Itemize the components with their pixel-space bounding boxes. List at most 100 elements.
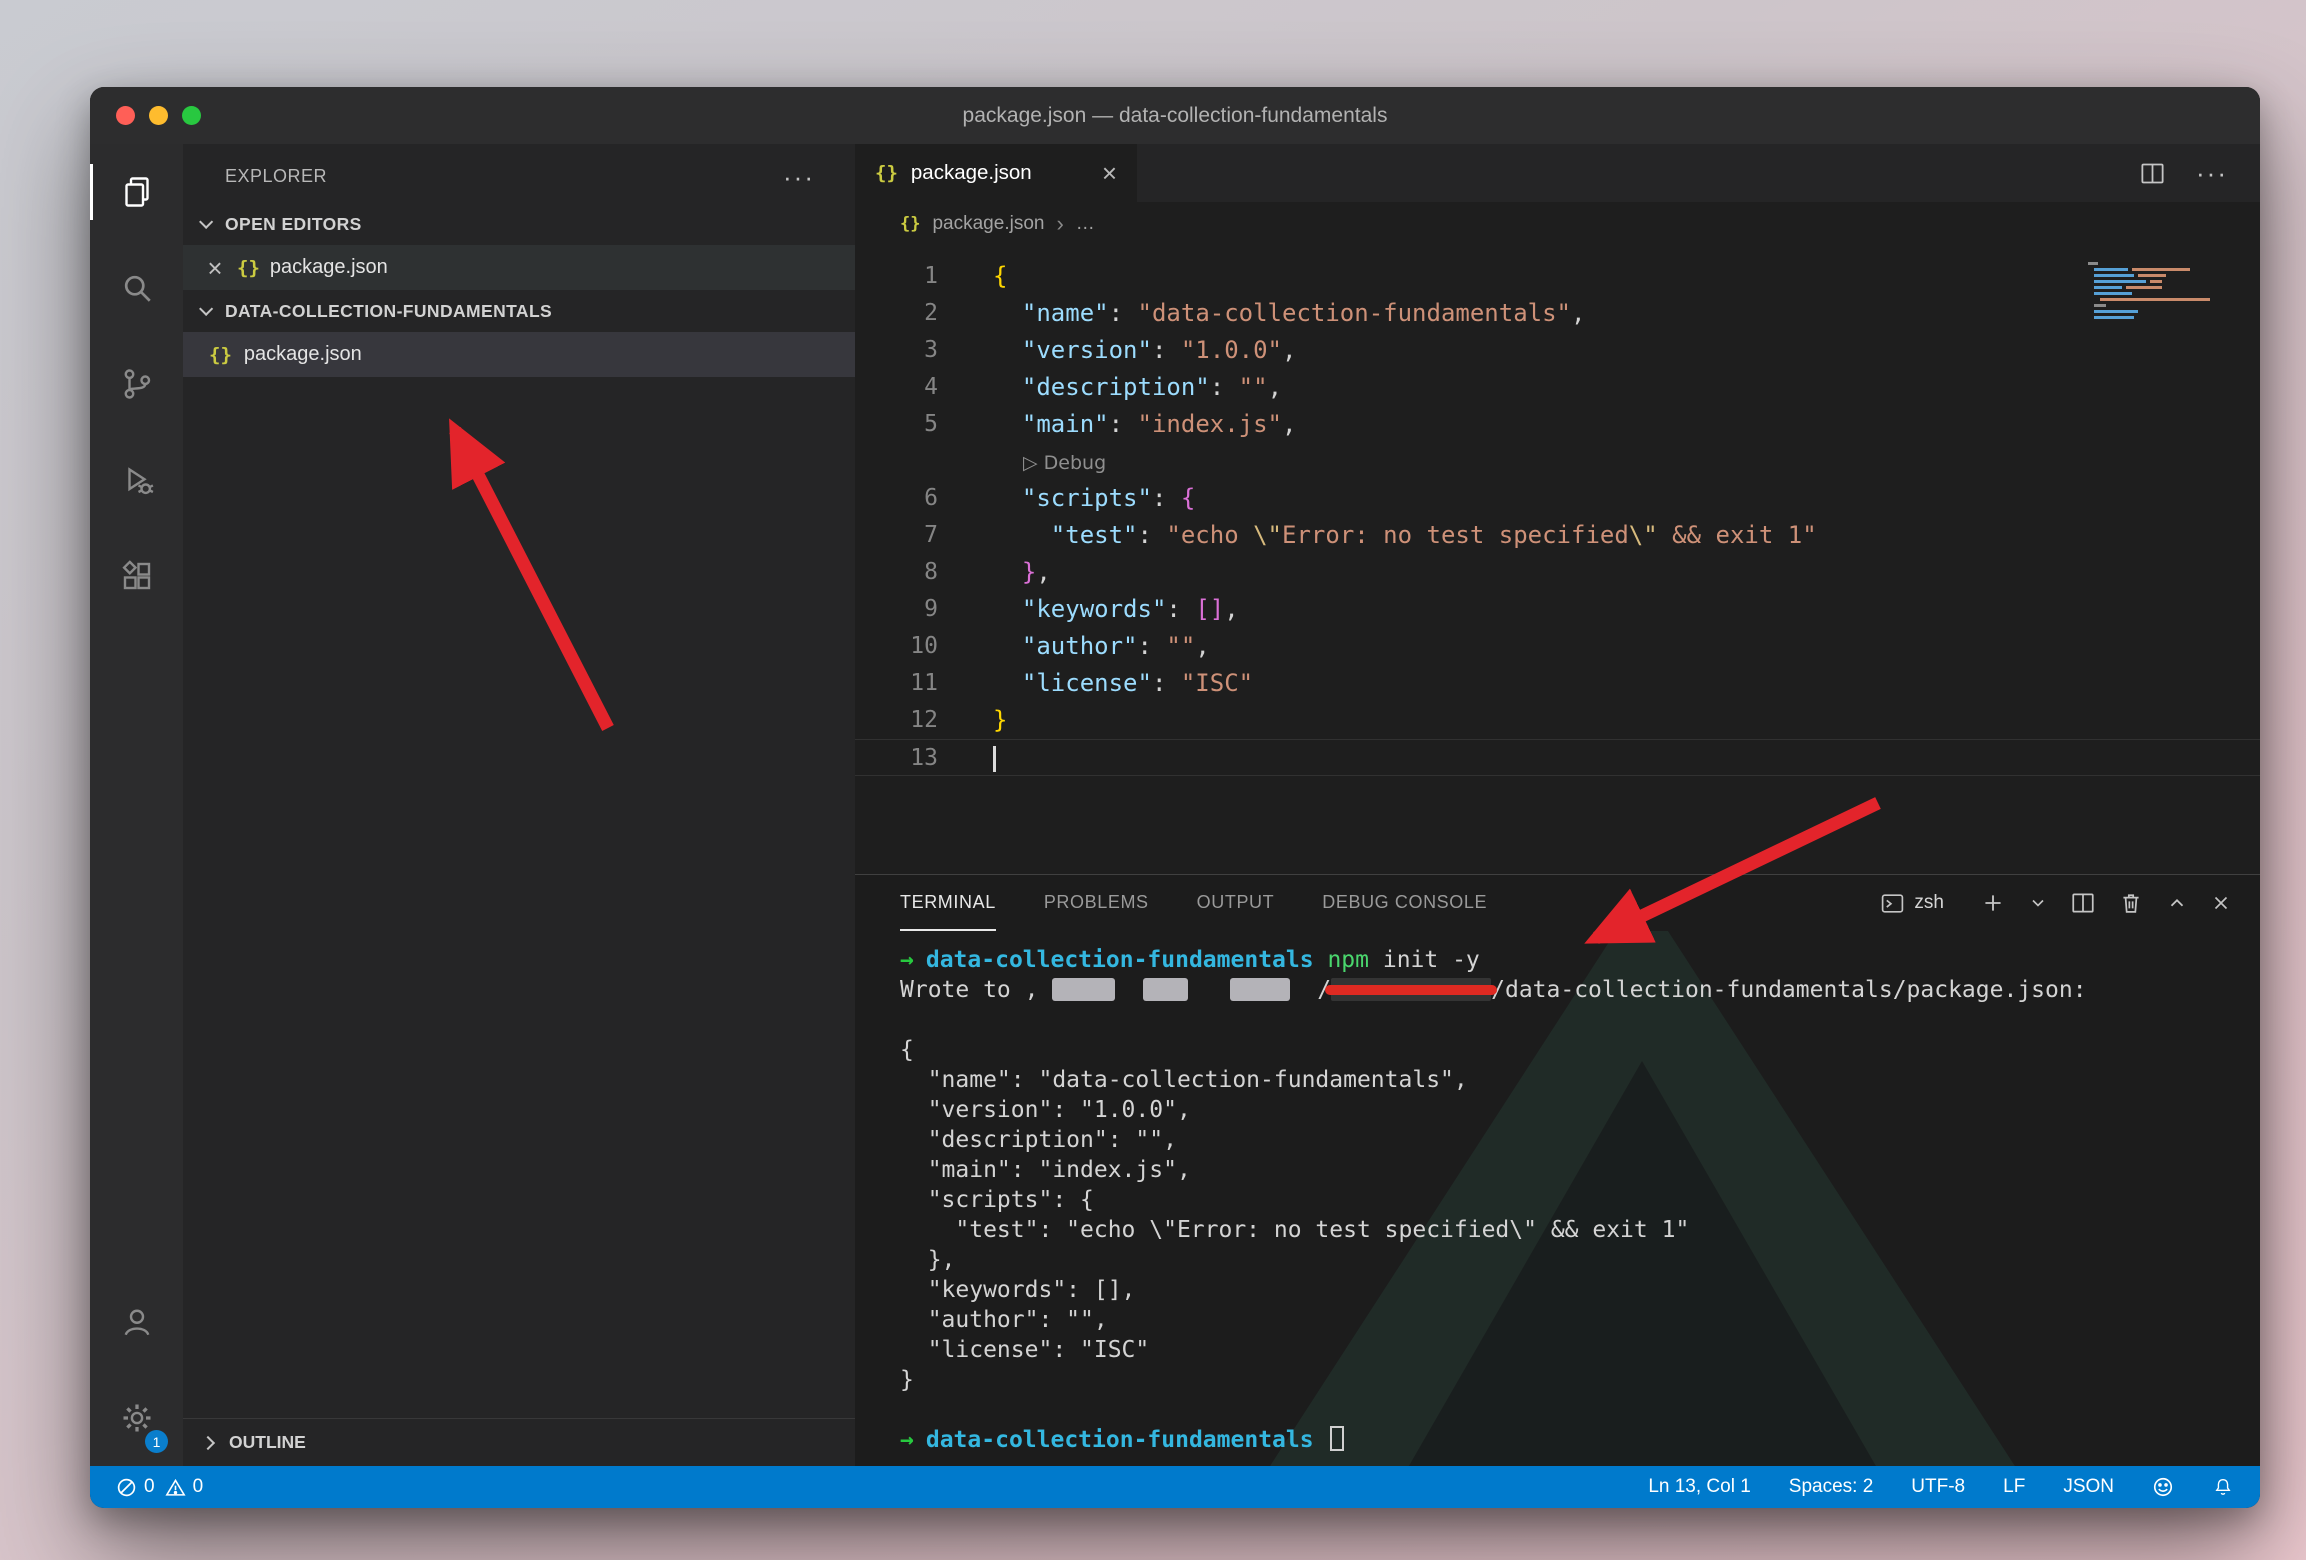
notifications-bell-icon[interactable] xyxy=(2212,1476,2234,1498)
kill-terminal-trash-icon[interactable] xyxy=(2118,890,2144,916)
warning-triangle-icon xyxy=(165,1477,186,1498)
fullscreen-window-button[interactable] xyxy=(182,106,201,125)
language-mode-status[interactable]: JSON xyxy=(2063,1476,2114,1498)
code-editor[interactable]: 1{2 "name": "data-collection-fundamental… xyxy=(855,246,2260,874)
terminal-line: "name": "data-collection-fundamentals", xyxy=(900,1065,2260,1095)
json-file-icon: {} xyxy=(875,162,898,184)
split-terminal-icon[interactable] xyxy=(2070,890,2096,916)
extensions-icon xyxy=(119,558,155,594)
line-number: 2 xyxy=(855,295,938,332)
code-line: 2 "name": "data-collection-fundamentals"… xyxy=(855,295,2260,332)
json-file-icon: {} xyxy=(900,214,920,234)
activity-accounts-button[interactable] xyxy=(90,1274,183,1370)
panel-tab-terminal[interactable]: TERMINAL xyxy=(900,875,996,931)
code-line: 10 "author": "", xyxy=(855,628,2260,665)
problems-status[interactable]: 0 0 xyxy=(116,1476,203,1498)
code-line: 5 "main": "index.js", xyxy=(855,406,2260,443)
status-bar: 0 0 Ln 13, Col 1 Spaces: 2 UTF-8 LF JSON xyxy=(90,1466,2260,1508)
encoding-status[interactable]: UTF-8 xyxy=(1911,1476,1965,1498)
chevron-down-icon xyxy=(199,215,213,229)
line-number: 12 xyxy=(855,702,938,739)
activity-search-button[interactable] xyxy=(90,240,183,336)
line-number: 1 xyxy=(855,258,938,295)
line-number: 7 xyxy=(855,517,938,554)
search-icon xyxy=(119,270,155,306)
terminal-icon xyxy=(1880,891,1905,916)
cursor-position-status[interactable]: Ln 13, Col 1 xyxy=(1648,1476,1750,1498)
activity-source-control-button[interactable] xyxy=(90,336,183,432)
indentation-status[interactable]: Spaces: 2 xyxy=(1789,1476,1874,1498)
tab-close-icon[interactable]: × xyxy=(1102,158,1117,189)
files-icon xyxy=(119,174,155,210)
traffic-lights xyxy=(116,106,201,125)
explorer-title: EXPLORER xyxy=(225,166,327,187)
breadcrumb-file[interactable]: package.json xyxy=(932,213,1044,235)
tab-label: package.json xyxy=(911,161,1032,185)
activity-settings-button[interactable]: 1 xyxy=(90,1370,183,1466)
new-terminal-icon[interactable] xyxy=(1980,890,2006,916)
tab-package-json[interactable]: {} package.json × xyxy=(855,144,1137,202)
error-count: 0 xyxy=(144,1476,155,1498)
titlebar[interactable]: package.json — data-collection-fundament… xyxy=(90,87,2260,144)
json-file-icon: {} xyxy=(237,257,260,279)
open-editors-section-header[interactable]: OPEN EDITORS xyxy=(183,203,855,245)
code-line: 12} xyxy=(855,702,2260,739)
panel-tab-output[interactable]: OUTPUT xyxy=(1197,875,1275,931)
line-number: 9 xyxy=(855,591,938,628)
activity-run-debug-button[interactable] xyxy=(90,432,183,528)
panel-tab-debug-console[interactable]: DEBUG CONSOLE xyxy=(1322,875,1487,931)
line-number xyxy=(855,443,938,480)
source-control-icon xyxy=(119,366,155,402)
split-editor-icon[interactable] xyxy=(2139,160,2166,187)
code-line: 4 "description": "", xyxy=(855,369,2260,406)
close-panel-icon[interactable] xyxy=(2210,892,2232,914)
activity-explorer-button[interactable] xyxy=(90,144,183,240)
code-line: 7 "test": "echo \"Error: no test specifi… xyxy=(855,517,2260,554)
codelens-row: ▷ Debug xyxy=(855,443,2260,480)
warning-count: 0 xyxy=(193,1476,204,1498)
maximize-panel-chevron-icon[interactable] xyxy=(2166,892,2188,914)
shell-selector[interactable]: zsh xyxy=(1880,891,1944,916)
panel-tab-problems[interactable]: PROBLEMS xyxy=(1044,875,1149,931)
close-editor-icon[interactable]: × xyxy=(203,256,227,280)
terminal-line: "description": "", xyxy=(900,1125,2260,1155)
terminal-line: Wrote to , //data-collection-fundamental… xyxy=(900,975,2260,1005)
terminal[interactable]: →data-collection-fundamentals npm init -… xyxy=(855,931,2260,1466)
outline-section-header[interactable]: OUTLINE xyxy=(183,1418,855,1466)
open-editor-item-package-json[interactable]: × {} package.json xyxy=(183,245,855,290)
code-line: 9 "keywords": [], xyxy=(855,591,2260,628)
breadcrumb[interactable]: {} package.json › … xyxy=(855,202,2260,246)
feedback-smiley-icon[interactable] xyxy=(2152,1476,2174,1498)
minimap[interactable] xyxy=(2084,260,2234,322)
terminal-dropdown-chevron-icon[interactable] xyxy=(2028,893,2048,913)
terminal-lines: →data-collection-fundamentals npm init -… xyxy=(900,945,2260,1455)
terminal-line: →data-collection-fundamentals npm init -… xyxy=(900,945,2260,975)
explorer-more-actions-icon[interactable]: ··· xyxy=(783,172,815,182)
terminal-line xyxy=(900,1005,2260,1035)
breadcrumb-more[interactable]: … xyxy=(1076,213,1095,235)
code-line: 8 }, xyxy=(855,554,2260,591)
open-editor-label: package.json xyxy=(270,256,388,279)
editor-more-actions-icon[interactable]: ··· xyxy=(2196,168,2228,178)
eol-status[interactable]: LF xyxy=(2003,1476,2025,1498)
tree-item-package-json[interactable]: {} package.json xyxy=(183,332,855,377)
code-line: 1{ xyxy=(855,258,2260,295)
close-window-button[interactable] xyxy=(116,106,135,125)
terminal-line xyxy=(900,1395,2260,1425)
line-number: 13 xyxy=(855,740,938,775)
settings-badge: 1 xyxy=(145,1430,168,1453)
terminal-line: "test": "echo \"Error: no test specified… xyxy=(900,1215,2260,1245)
explorer-sidebar: EXPLORER ··· OPEN EDITORS × {} package.j… xyxy=(183,144,855,1466)
folder-section-header[interactable]: DATA-COLLECTION-FUNDAMENTALS xyxy=(183,290,855,332)
window-title: package.json — data-collection-fundament… xyxy=(90,104,2260,128)
minimize-window-button[interactable] xyxy=(149,106,168,125)
terminal-line: →data-collection-fundamentals xyxy=(900,1425,2260,1455)
terminal-line: }, xyxy=(900,1245,2260,1275)
editor-group: {} package.json × ··· {} package.json › xyxy=(855,144,2260,1466)
terminal-line: "version": "1.0.0", xyxy=(900,1095,2260,1125)
run-debug-icon xyxy=(119,462,155,498)
panel-header: TERMINAL PROBLEMS OUTPUT DEBUG CONSOLE z… xyxy=(855,875,2260,931)
line-number: 11 xyxy=(855,665,938,702)
activity-extensions-button[interactable] xyxy=(90,528,183,624)
terminal-line: } xyxy=(900,1365,2260,1395)
